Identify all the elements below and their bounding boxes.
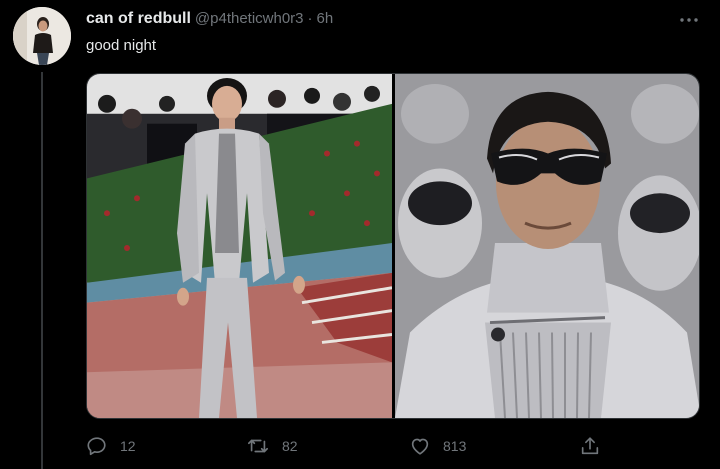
- silver-suit-photo: [87, 74, 392, 418]
- tweet-timestamp[interactable]: 6h: [317, 10, 334, 27]
- tweet-actions: 12 82 813: [86, 433, 616, 459]
- media-photo-right[interactable]: [395, 74, 699, 418]
- thread-line: [41, 72, 43, 469]
- reply-icon: [87, 437, 106, 456]
- robot-suit-photo: [395, 74, 699, 418]
- tweet[interactable]: can of redbull @p4theticwh0r3 · 6h good …: [0, 0, 720, 469]
- tweet-media[interactable]: [86, 73, 700, 419]
- retweet-icon: [248, 439, 268, 453]
- retweet-count: 82: [282, 438, 298, 454]
- retweet-button[interactable]: 82: [246, 433, 298, 459]
- tweet-header: can of redbull @p4theticwh0r3 · 6h: [86, 10, 333, 30]
- separator-dot: ·: [307, 10, 313, 27]
- display-name[interactable]: can of redbull: [86, 10, 191, 28]
- avatar-photo: [13, 7, 71, 65]
- more-options-button[interactable]: [676, 10, 702, 30]
- user-handle[interactable]: @p4theticwh0r3: [195, 10, 304, 27]
- avatar[interactable]: [13, 7, 71, 65]
- media-photo-left[interactable]: [87, 74, 392, 418]
- heart-icon: [411, 438, 429, 455]
- like-count: 813: [443, 438, 467, 454]
- reply-count: 12: [120, 438, 136, 454]
- tweet-text: good night: [86, 37, 157, 54]
- share-button[interactable]: [579, 433, 601, 459]
- reply-button[interactable]: 12: [86, 433, 136, 459]
- share-icon: [581, 437, 599, 455]
- like-button[interactable]: 813: [409, 433, 466, 459]
- more-horizontal-icon: [680, 18, 698, 22]
